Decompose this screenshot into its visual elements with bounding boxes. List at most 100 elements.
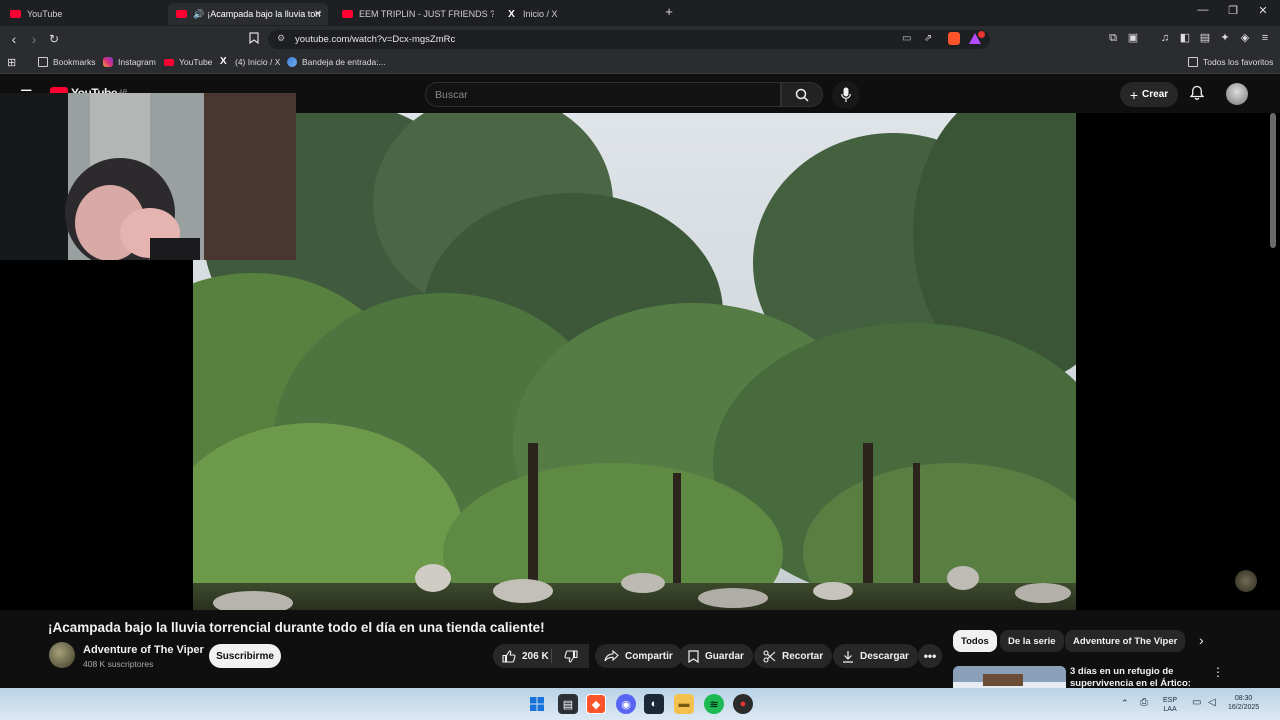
dislike-button[interactable] [552,644,589,668]
tab-eem-triplin[interactable]: EEM TRIPLIN - JUST FRIENDS ? (OFFI [334,3,494,25]
voice-search-button[interactable] [832,81,860,109]
menu-icon[interactable]: ≡ [1259,32,1271,44]
reload-button[interactable]: ↻ [46,31,62,47]
tab-label: EEM TRIPLIN - JUST FRIENDS ? (OFFI [359,9,494,19]
wallet-extension-icon[interactable]: ▤ [1199,32,1211,44]
channel-avatar[interactable] [49,642,75,668]
site-settings-icon[interactable]: ⚙ [277,33,285,44]
windows-taskbar: ▤ ◆ ◉ ◐ ▬ ≋ ● ⌃ ⎙ ESP LAA ▭ ◁ 08:30 16/2… [0,688,1280,720]
clip-label: Recortar [782,650,824,662]
bookmark-label: (4) Inicio / X [235,57,281,67]
clip-button[interactable]: Recortar [754,644,833,668]
vpn-icon[interactable]: ◈ [1239,32,1251,44]
minimize-button[interactable]: — [1193,4,1213,16]
picture-in-picture-icon[interactable]: ▭ [902,33,911,44]
page-scrollbar[interactable] [1270,113,1276,248]
x-icon: X [220,56,227,67]
folder-icon [1188,57,1198,67]
notifications-bell-icon[interactable] [1189,85,1205,106]
tab-current-video[interactable]: 🔊 ¡Acampada bajo la lluvia torr ✕ [168,3,328,25]
bookmark-label: Todos los favoritos [1203,57,1274,67]
media-icon[interactable]: ♫ [1159,32,1171,44]
chip-from-series[interactable]: De la serie [1000,630,1064,652]
search-button[interactable] [781,82,823,107]
more-actions-button[interactable]: ••• [918,644,942,668]
search-input[interactable]: Buscar [425,82,781,107]
brave-shields-icon[interactable] [948,32,960,45]
bookmark-label: Bookmarks [53,57,96,67]
youtube-icon [176,10,187,18]
close-tab-icon[interactable]: ✕ [314,9,322,20]
bookmarks-bar: ⊞ Bookmarks Instagram YouTube X (4) Inic… [0,52,1280,74]
more-vertical-icon[interactable]: ⋮ [1212,665,1224,679]
tab-x-home[interactable]: X Inicio / X [498,3,658,25]
volume-icon[interactable]: ◁ [1208,698,1216,708]
search-icon [795,88,809,102]
file-explorer-icon[interactable]: ▬ [674,694,694,714]
create-button[interactable]: + Crear [1120,82,1178,107]
thumbs-down-icon [564,649,578,663]
all-bookmarks-folder[interactable]: Todos los favoritos [1188,57,1273,67]
bookmark-icon[interactable] [248,32,260,45]
forest-scene-image [193,113,1076,610]
share-icon[interactable]: ⇗ [924,33,932,44]
account-avatar[interactable] [1226,83,1248,105]
x-icon: X [508,8,515,20]
bookmark-instagram[interactable]: Instagram [103,57,156,67]
clock[interactable]: 08:30 16/2/2025 [1228,694,1259,712]
chevron-right-icon[interactable]: › [1199,632,1204,648]
plus-icon: + [1129,86,1139,103]
save-button[interactable]: Guardar [679,644,753,668]
more-horizontal-icon: ••• [923,649,937,663]
forward-button[interactable]: › [26,31,42,47]
address-bar[interactable]: ⚙ youtube.com/watch?v=Dcx-mgsZmRc ▭ ⇗ [268,30,990,49]
steam-icon[interactable]: ◐ [644,694,664,714]
leo-ai-icon[interactable]: ✦ [1219,32,1231,44]
restore-button[interactable]: ❐ [1223,4,1243,17]
like-count: 206 K [522,650,549,662]
video-frame-forest [193,113,1076,610]
microphone-icon [841,87,851,102]
wallet-icon[interactable]: ▣ [1127,32,1139,44]
tab-label: ¡Acampada bajo la lluvia torr [207,9,322,19]
obs-icon[interactable]: ● [733,694,753,714]
discord-icon[interactable]: ◉ [616,694,636,714]
subscribe-button[interactable]: Suscribirme [209,644,281,668]
apps-grid-icon[interactable]: ⊞ [7,56,16,69]
bookmark-youtube[interactable]: YouTube [164,57,212,67]
bookmark-mail[interactable]: Bandeja de entrada:... [287,57,386,67]
tab-youtube[interactable]: YouTube [2,3,162,25]
extensions-icon[interactable]: ⧉ [1107,32,1119,44]
recommended-video-title[interactable]: 3 días en un refugio de supervivencia en… [1070,666,1200,690]
bookmark-folder-bookmarks[interactable]: Bookmarks [38,57,96,67]
input-language-indicator[interactable]: ESP LAA [1163,696,1177,714]
network-icon[interactable]: ▭ [1192,698,1201,708]
windows-start-icon[interactable] [527,694,547,714]
chip-all[interactable]: Todos [953,630,997,652]
url-text: youtube.com/watch?v=Dcx-mgsZmRc [295,34,456,45]
spotify-icon[interactable]: ≋ [704,694,724,714]
share-button[interactable]: Compartir [595,644,682,668]
channel-watermark[interactable] [1235,570,1257,592]
sidebar-icon[interactable]: ◧ [1179,32,1191,44]
microphone-tray-icon[interactable]: ⎙ [1140,698,1148,708]
thumbs-up-icon [502,649,516,663]
tray-overflow-icon[interactable]: ⌃ [1121,699,1129,708]
bookmark-label: Bandeja de entrada:... [302,57,386,67]
channel-name[interactable]: Adventure of The Viper [83,644,204,656]
new-tab-button[interactable]: + [659,4,679,19]
download-button[interactable]: Descargar [833,644,918,668]
brave-browser-icon[interactable]: ◆ [586,694,606,714]
share-arrow-icon [604,650,619,662]
youtube-icon [164,58,174,66]
back-button[interactable]: ‹ [6,31,22,47]
scissors-icon [763,649,776,663]
chip-channel[interactable]: Adventure of The Viper [1065,630,1186,652]
save-bookmark-icon [688,649,699,663]
bookmark-label: YouTube [179,57,213,67]
close-window-button[interactable]: ✕ [1253,4,1273,17]
bookmark-x[interactable]: X (4) Inicio / X [220,56,281,68]
task-view-icon[interactable]: ▤ [558,694,578,714]
mail-icon [287,57,297,67]
browser-toolbar: ‹ › ↻ ⚙ youtube.com/watch?v=Dcx-mgsZmRc … [0,26,1280,52]
